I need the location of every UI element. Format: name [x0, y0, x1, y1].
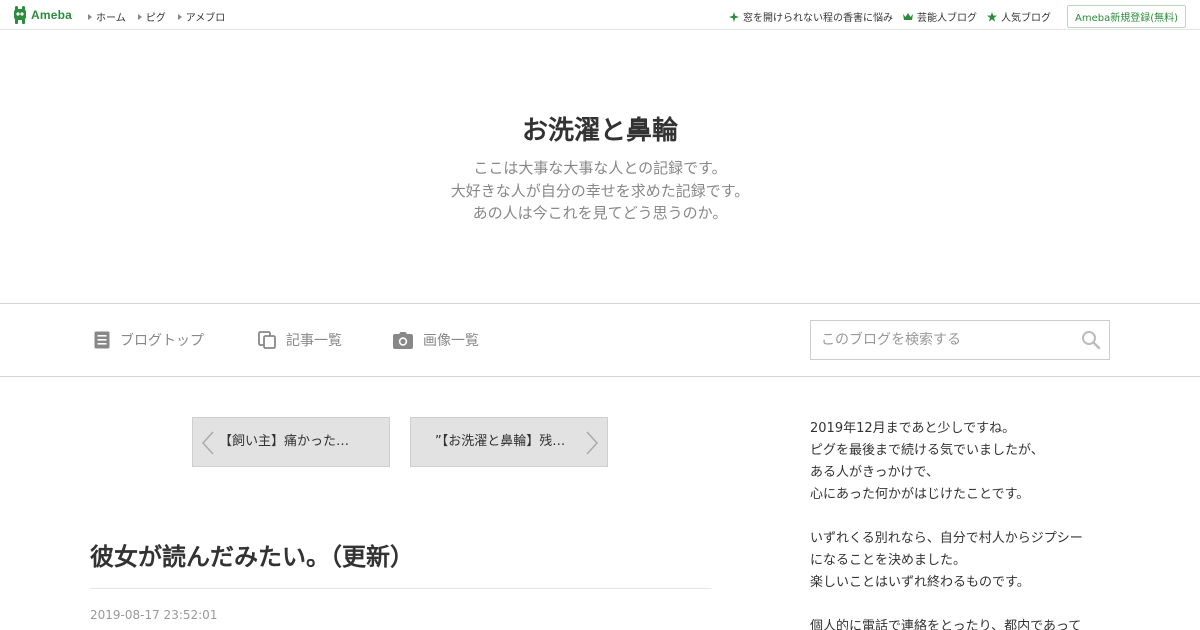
camera-icon — [393, 331, 413, 349]
star-icon — [986, 11, 997, 22]
register-button[interactable]: Ameba新規登録(無料) — [1066, 5, 1186, 28]
blog-description-line: あの人は今これを見てどう思うのか。 — [472, 204, 728, 222]
global-nav-pigg[interactable]: ピグ — [137, 9, 166, 24]
chevron-left-icon — [201, 431, 214, 455]
ameba-mascot-icon — [14, 6, 26, 24]
blog-title[interactable]: お洗濯と鼻輪 — [0, 110, 1200, 147]
nav-image-list-label: 画像一覧 — [423, 333, 479, 349]
popular-blog-label: 人気ブログ — [1000, 13, 1051, 24]
blog-search — [810, 320, 1110, 360]
search-icon[interactable] — [1081, 330, 1101, 350]
global-links: 窓を開けられない程の香害に悩み 芸能人ブログ 人気ブログ Ameba新規登録(無… — [728, 5, 1186, 28]
sidebar-line — [810, 506, 1110, 528]
global-nav-home[interactable]: ホーム — [88, 9, 126, 24]
sidebar-line: 楽しいことはいずれ終わるものです。 — [810, 575, 1030, 590]
global-nav-pigg-label: ピグ — [145, 13, 166, 24]
nav-blog-top-label: ブログトップ — [120, 333, 204, 349]
blog-description-line: 大好きな人が自分の幸せを求めた記録です。 — [450, 181, 750, 200]
nav-article-list-label: 記事一覧 — [286, 333, 342, 349]
blog-description-line: ここは大事な大事な人との記録です。 — [473, 159, 727, 177]
nav-image-list[interactable]: 画像一覧 — [393, 330, 479, 350]
blog-nav: ブログトップ 記事一覧 画像一覧 — [0, 303, 1200, 377]
crown-icon — [902, 12, 913, 20]
document-icon — [94, 331, 110, 349]
copy-icon — [258, 331, 276, 349]
global-nav-ameblo[interactable]: アメブロ — [177, 9, 226, 24]
triangle-right-icon — [137, 13, 142, 20]
chevron-right-icon — [586, 431, 599, 455]
article-date: 2019-08-17 23:52:01 — [90, 608, 218, 622]
global-header: Ameba ホーム ピグ アメブロ 窓を開けられない程の香害に悩み 芸能人ブログ… — [0, 0, 1200, 30]
global-nav-home-label: ホーム — [96, 13, 126, 24]
sidebar-line: 心にあった何かがはじけたことです。 — [810, 487, 1030, 502]
article-title[interactable]: 彼女が読んだみたい。（更新） — [90, 537, 414, 572]
celebrity-blog-link[interactable]: 芸能人ブログ — [902, 9, 977, 24]
trend-link-label: 窓を開けられない程の香害に悩み — [742, 13, 893, 24]
celebrity-blog-label: 芸能人ブログ — [916, 13, 977, 24]
prev-article-button[interactable]: 【飼い主】痛かった… — [192, 417, 390, 467]
nav-article-list[interactable]: 記事一覧 — [258, 330, 342, 350]
article-divider — [90, 588, 711, 589]
next-article-label: ”【お洗濯と鼻輪】残… — [435, 434, 566, 449]
logo-text: Ameba — [31, 8, 73, 22]
sidebar-line — [810, 594, 1110, 616]
blog-description: ここは大事な大事な人との記録です。 大好きな人が自分の幸せを求めた記録です。 あ… — [0, 157, 1200, 225]
sidebar-line: ピグを最後まで続ける気でいましたが、 — [810, 443, 1044, 458]
sidebar-profile-text: 2019年12月まであと少しですね。 ピグを最後まで続ける気でいましたが、 ある… — [810, 418, 1110, 630]
next-article-button[interactable]: ”【お洗濯と鼻輪】残… — [410, 417, 608, 467]
global-nav-ameblo-label: アメブロ — [185, 13, 226, 24]
trend-link[interactable]: 窓を開けられない程の香害に悩み — [728, 9, 893, 24]
sidebar-line: ある人がきっかけで、 — [810, 465, 939, 480]
prev-article-label: 【飼い主】痛かった… — [219, 434, 350, 449]
popular-blog-link[interactable]: 人気ブログ — [986, 9, 1051, 24]
triangle-right-icon — [88, 13, 92, 20]
blog-search-input[interactable] — [811, 321, 1073, 359]
triangle-right-icon — [177, 13, 182, 20]
sidebar-line: いずれくる別れなら、自分で村人からジプシー — [810, 531, 1083, 546]
global-nav: ホーム ピグ アメブロ — [88, 9, 225, 24]
sidebar-line: になることを決めました。 — [810, 553, 967, 568]
nav-blog-top[interactable]: ブログトップ — [94, 330, 204, 350]
ameba-logo[interactable]: Ameba — [12, 5, 72, 25]
sidebar-line: 2019年12月まであと少しですね。 — [810, 421, 1016, 436]
sidebar-line: 個人的に電話で連絡をとったり、都内であって — [810, 619, 1082, 630]
sparkle-icon — [728, 11, 739, 22]
